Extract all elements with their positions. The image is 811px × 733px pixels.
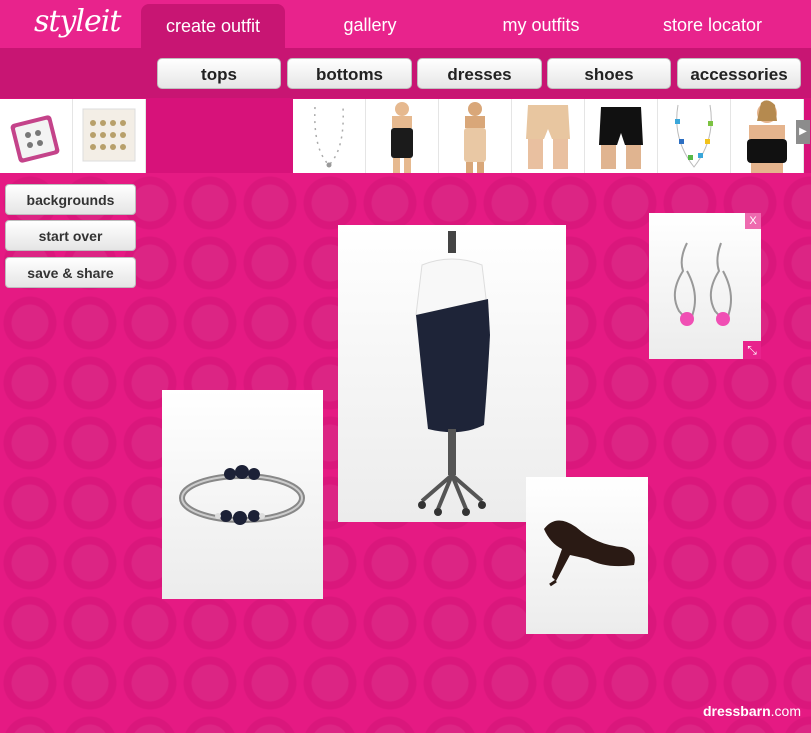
thumb-sports-bra[interactable]	[731, 99, 804, 173]
resize-handle-icon[interactable]: ⤡	[743, 341, 761, 359]
remove-item-close-icon[interactable]: X	[745, 213, 761, 229]
thumb-earring-set[interactable]	[0, 99, 73, 173]
styleit-logo[interactable]: styleit	[34, 4, 121, 39]
category-dresses-button[interactable]: dresses	[417, 58, 542, 89]
canvas-item-earrings[interactable]: X ⤡	[649, 213, 761, 359]
category-tops-button[interactable]: tops	[157, 58, 281, 89]
top-nav-bar: styleit create outfit gallery my outfits…	[0, 0, 811, 48]
category-bottoms-button[interactable]: bottoms	[287, 58, 412, 89]
thumb-beaded-necklace[interactable]	[658, 99, 731, 173]
backgrounds-button[interactable]: backgrounds	[5, 184, 136, 215]
category-accessories-button[interactable]: accessories	[677, 58, 801, 89]
thumb-nude-shorts[interactable]	[512, 99, 585, 173]
strip-right-arrow-icon[interactable]: ▶	[796, 120, 810, 144]
thumb-shapewear-dress[interactable]	[439, 99, 512, 173]
tab-create-outfit[interactable]: create outfit	[141, 4, 285, 48]
tab-my-outfits[interactable]: my outfits	[480, 0, 602, 48]
tab-store-locator[interactable]: store locator	[640, 0, 785, 48]
thumb-necklace[interactable]	[293, 99, 366, 173]
dressbarn-brand-link[interactable]: dressbarn.com	[703, 703, 801, 719]
thumb-shapewear-bodysuit[interactable]	[366, 99, 439, 173]
start-over-button[interactable]: start over	[5, 220, 136, 251]
brand-name: dressbarn	[702, 703, 771, 719]
canvas-item-heels[interactable]	[526, 477, 648, 634]
brand-domain: .com	[770, 703, 801, 719]
thumb-black-shorts[interactable]	[585, 99, 658, 173]
tab-gallery[interactable]: gallery	[320, 0, 420, 48]
thumb-jewelry-card[interactable]	[73, 99, 146, 173]
canvas-item-bracelet[interactable]	[162, 390, 323, 599]
category-shoes-button[interactable]: shoes	[547, 58, 671, 89]
save-share-button[interactable]: save & share	[5, 257, 136, 288]
